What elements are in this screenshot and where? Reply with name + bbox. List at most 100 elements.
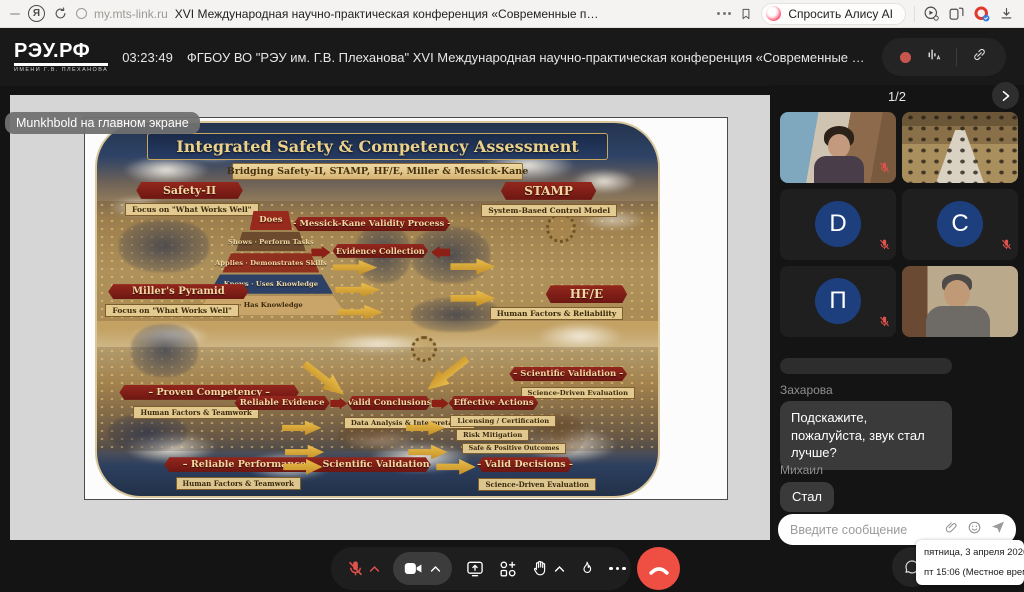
ask-alice-button[interactable]: Спросить Алису AI (761, 3, 906, 25)
chat-message: Стал (780, 482, 834, 512)
label-licensing: Licensing / Certification (450, 415, 556, 427)
poster-illustration (108, 414, 187, 451)
label-stamp-sub: System-Based Control Model (481, 204, 617, 217)
address-more-icon[interactable] (717, 12, 731, 15)
avatar: C (937, 201, 983, 247)
audio-tile-participant-p[interactable]: П (780, 266, 896, 337)
label-risk-mitigation: Risk Mitigation (456, 429, 529, 441)
mic-muted-icon (878, 161, 891, 179)
audio-tile-participant-c[interactable]: C (902, 189, 1018, 260)
label-reliable-performance-sub: Human Factors & Teamwork (176, 477, 301, 490)
chat-input[interactable] (788, 522, 936, 538)
banner-evidence-collection: Evidence Collection (333, 244, 428, 258)
slide-poster: Integrated Safety & Competency Assessmen… (95, 121, 660, 498)
session-timer: 03:23:49 (122, 50, 173, 65)
reu-logo-title: РЭУ.РФ (14, 41, 108, 66)
banner-millers-pyramid: Miller's Pyramid (108, 284, 248, 299)
banner-scientific-validation-right: – Scientific Validation – (509, 367, 627, 381)
browser-bar: Я my.mts-link.ru XVI Международная научн… (0, 0, 1024, 28)
attach-file-icon[interactable] (944, 520, 959, 540)
end-call-button[interactable] (637, 547, 680, 590)
screen-share-button[interactable] (465, 559, 485, 579)
chat-author: Михаил (780, 463, 823, 477)
meeting-title: ФГБОУ ВО "РЭУ им. Г.В. Плеханова" XVI Ме… (187, 50, 868, 65)
chat-message: Подскажите, пожалуйста, звук стал лучше? (780, 401, 952, 470)
tab-groups-icon[interactable] (948, 5, 965, 22)
participant-body (814, 156, 864, 183)
video-tile-participant-1[interactable] (780, 112, 896, 183)
bookmark-icon[interactable] (739, 7, 753, 21)
label-safe-outcomes: Safe & Positive Outcomes (462, 443, 567, 454)
gear-icon (411, 336, 437, 362)
camera-icon (404, 561, 423, 576)
ask-alice-label: Спросить Алису AI (788, 7, 893, 21)
downloads-icon[interactable] (999, 6, 1014, 21)
banner-valid-decisions: – Valid Decisions – (477, 457, 572, 472)
microphone-muted-button[interactable] (346, 559, 380, 578)
more-options-button[interactable] (609, 567, 626, 571)
poster-illustration (411, 298, 501, 332)
reactions-button[interactable] (578, 560, 596, 578)
emoji-icon[interactable] (967, 520, 982, 540)
pyramid-level-shows: Shows · Perform Tasks (228, 238, 314, 246)
presenter-badge: Munkhbold на главном экране (5, 112, 200, 134)
header-actions (882, 38, 1006, 76)
toolbar-separator (914, 6, 915, 22)
tooltip-date: пятница, 3 апреля 2026 г. (924, 547, 1016, 558)
raise-hand-button[interactable] (531, 559, 565, 578)
pyramid-level-has-knowledge: · Has Knowledge (239, 301, 303, 309)
camera-options-caret-icon (430, 565, 441, 573)
address-bar[interactable]: my.mts-link.ru XVI Международная научно-… (76, 7, 709, 21)
site-badge-icon[interactable] (76, 8, 87, 19)
label-hfe-sub: Human Factors & Reliability (490, 307, 624, 320)
url-text: my.mts-link.ru (94, 7, 168, 21)
banner-hfe: HF/E (546, 285, 627, 303)
pyramid-level-applies: Applies · Demonstrates Skills (215, 259, 327, 267)
poster-illustration (131, 324, 198, 376)
avatar: П (815, 278, 861, 324)
banner-reliable-evidence: Reliable Evidence (234, 396, 329, 410)
page-title-text: XVI Международная научно-практическая ко… (175, 7, 605, 21)
recording-indicator-icon[interactable] (900, 52, 911, 63)
chat-message-clipped (780, 358, 952, 374)
mic-muted-icon (878, 315, 891, 333)
window-control-dash (10, 13, 20, 15)
banner-stamp: STAMP (501, 182, 596, 200)
conference-people (902, 112, 1018, 183)
hand-options-caret-icon (554, 565, 565, 573)
participant-face (944, 280, 970, 308)
banner-scientific-validation-bottom: – Scientific Validation – (321, 457, 430, 472)
next-page-button[interactable] (992, 82, 1019, 109)
datetime-tooltip: пятница, 3 апреля 2026 г. пт 15:06 (Мест… (916, 540, 1024, 585)
reu-logo-subtitle: ИМЕНИ Г.В. ПЛЕХАНОВА (14, 68, 108, 74)
video-tile-participant-2[interactable] (902, 266, 1018, 337)
slide-title: Integrated Safety & Competency Assessmen… (147, 133, 607, 161)
browser-profile-icon[interactable]: Я (28, 5, 45, 22)
reu-logo: РЭУ.РФ ИМЕНИ Г.В. ПЛЕХАНОВА (14, 41, 108, 74)
label-valid-decisions-sub: Science-Driven Evaluation (478, 478, 595, 491)
label-science-driven-right: Science-Driven Evaluation (521, 387, 635, 399)
call-controls-toolbar (331, 547, 631, 590)
participants-sidebar: 1/2 D C П Захарова (770, 85, 1024, 592)
apps-button[interactable] (498, 559, 518, 579)
camera-button[interactable] (393, 552, 452, 585)
actions-separator (956, 48, 957, 66)
video-player-icon[interactable] (923, 5, 940, 22)
send-message-icon[interactable] (990, 519, 1006, 540)
audio-levels-icon[interactable] (925, 46, 942, 68)
alice-logo-icon (766, 6, 781, 21)
video-pagination: 1/2 (770, 89, 1024, 104)
label-miller-sub: Focus on "What Works Well" (105, 304, 239, 317)
reload-icon[interactable] (53, 6, 68, 21)
participant-body (926, 306, 990, 337)
video-tile-conference-room[interactable] (902, 112, 1018, 183)
audio-tile-participant-d[interactable]: D (780, 189, 896, 260)
meeting-header: РЭУ.РФ ИМЕНИ Г.В. ПЛЕХАНОВА 03:23:49 ФГБ… (0, 28, 1024, 86)
arrow-gold (436, 458, 475, 476)
tooltip-local-time: пт 15:06 (Местное время) (924, 567, 1016, 578)
miller-pyramid: Does Shows · Perform Tasks Applies · Dem… (195, 211, 346, 315)
copy-link-icon[interactable] (971, 46, 988, 68)
pyramid-level-does: Does (259, 215, 282, 225)
mic-options-caret-icon (369, 565, 380, 573)
extension-badge-icon[interactable] (973, 5, 991, 23)
